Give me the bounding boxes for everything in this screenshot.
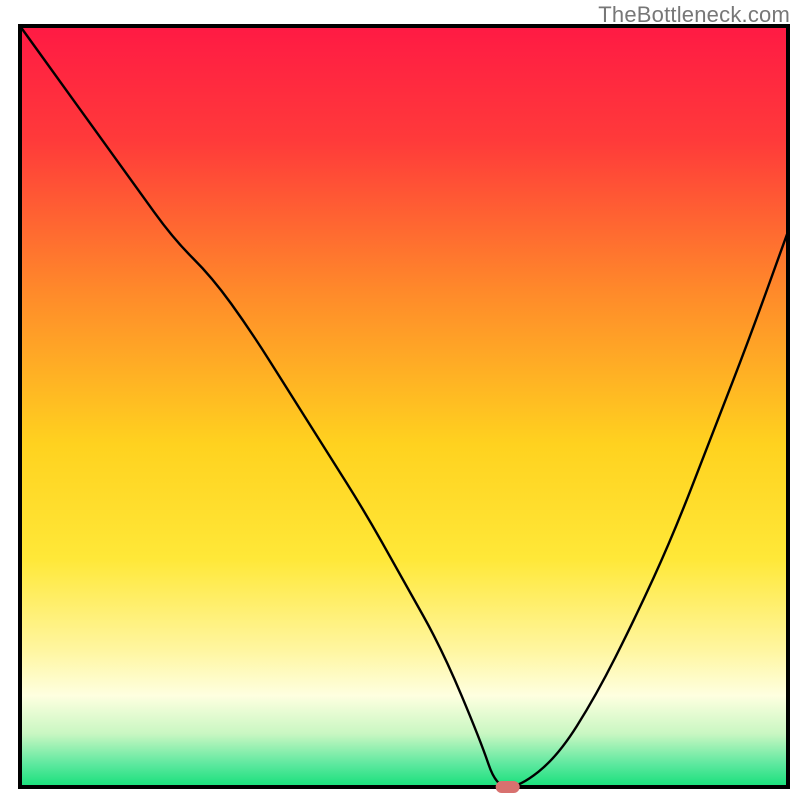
plot-background [20, 26, 788, 787]
chart-container: TheBottleneck.com [0, 0, 800, 800]
optimal-marker [496, 781, 520, 793]
bottleneck-chart [0, 0, 800, 800]
watermark-text: TheBottleneck.com [598, 2, 790, 28]
